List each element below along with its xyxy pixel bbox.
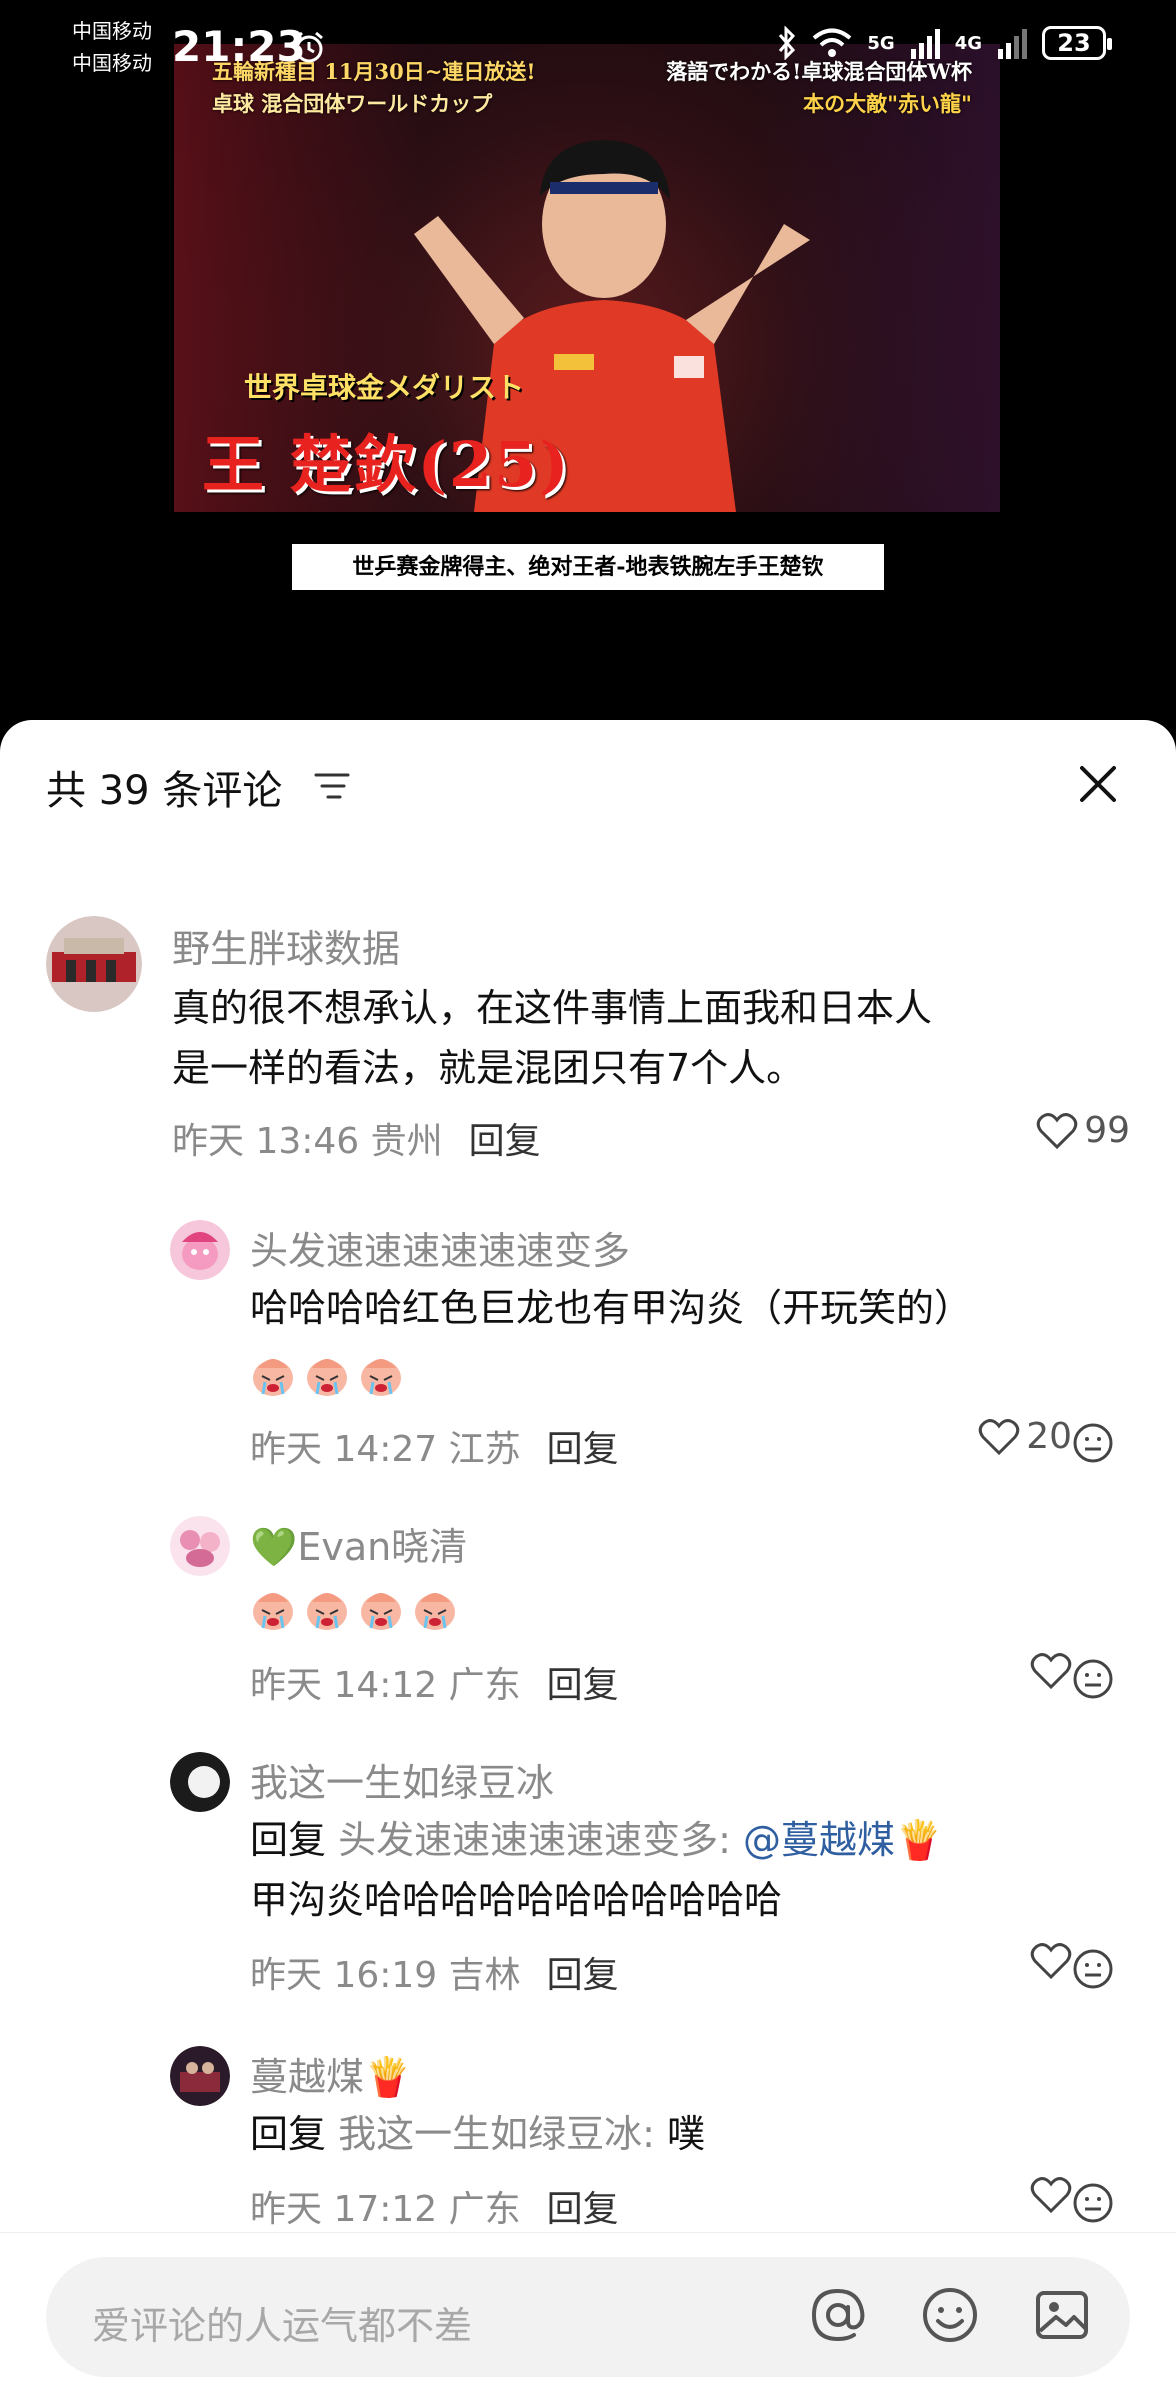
heart-icon xyxy=(1030,1653,1072,1690)
heart-icon xyxy=(978,1418,1020,1455)
comment-text: 真的很不想承认，在这件事情上面我和日本人 xyxy=(172,986,933,1030)
comment-author[interactable]: 头发速速速速速速变多 xyxy=(250,1220,630,1275)
comment-input[interactable]: 爱评论的人运气都不差 xyxy=(46,2257,1130,2377)
emoji-react-icon[interactable] xyxy=(1072,1948,1114,1990)
emoji-icon[interactable] xyxy=(918,2283,982,2347)
heart-icon xyxy=(1036,1112,1078,1149)
comment-text: 回复 我这一生如绿豆冰: 噗 xyxy=(250,2104,705,2165)
like-button[interactable] xyxy=(1030,2176,1072,2214)
video-caption: 世乒赛金牌得主、绝对王者-地表铁腕左手王楚钦 xyxy=(292,544,884,590)
avatar[interactable] xyxy=(46,916,142,1012)
like-button[interactable]: 99 xyxy=(1036,1110,1130,1151)
signal-icon xyxy=(910,29,940,59)
emoji-react-icon[interactable] xyxy=(1072,1658,1114,1700)
heart-icon xyxy=(1030,1943,1072,1980)
reply-comment-item: 蔓越煤🍟 回复 我这一生如绿豆冰: 噗 昨天 17:12 广东 回复 xyxy=(0,2046,1176,2246)
like-count: 99 xyxy=(1084,1110,1130,1151)
comments-sheet: 共 39 条评论 野生胖球数据 真的很不想承认，在这件事情上面我和日本人 是一样… xyxy=(0,720,1176,2400)
signal-icon xyxy=(998,29,1027,59)
carrier-label: 中国移动 xyxy=(72,51,152,75)
comment-author[interactable]: 野生胖球数据 xyxy=(172,918,400,973)
comment-time-location: 昨天 14:27 江苏 xyxy=(250,1429,521,1470)
comments-header: 共 39 条评论 xyxy=(0,720,1176,850)
network-5g-label: 5G xyxy=(867,32,895,54)
emoji-react-icon[interactable] xyxy=(1072,1422,1114,1464)
video-overlay-subtitle: 本の大敵"赤い龍" xyxy=(803,91,972,116)
reply-content: 噗 xyxy=(667,2112,706,2156)
comment-count-title: 共 39 条评论 xyxy=(46,768,283,814)
comment-meta: 昨天 17:12 广东 回复 xyxy=(250,2180,619,2232)
comment-input-bar: 爱评论的人运气都不差 xyxy=(0,2232,1176,2400)
reply-comment-item: 头发速速速速速速变多 哈哈哈哈红色巨龙也有甲沟炎（开玩笑的） 昨天 14:27 … xyxy=(0,1220,1176,1470)
video-player[interactable]: 五輪新種目 11月30日~連日放送! 卓球 混合団体ワールドカップ 落語でわかる… xyxy=(0,0,1176,720)
comment-meta: 昨天 14:27 江苏 回复 xyxy=(250,1420,619,1472)
comment-meta: 昨天 14:12 广东 回复 xyxy=(250,1656,619,1708)
like-button[interactable]: 20 xyxy=(978,1416,1072,1457)
avatar[interactable] xyxy=(170,1752,230,1812)
video-overlay-medalist: 世界卓球金メダリスト xyxy=(244,371,525,404)
wifi-icon xyxy=(813,28,852,57)
comment-text: 是一样的看法，就是混团只有7个人。 xyxy=(172,1046,805,1090)
comment-time-location: 昨天 13:46 贵州 xyxy=(172,1121,443,1162)
crying-sticker xyxy=(361,1592,401,1630)
video-overlay-player-name: 王 楚欽(25) xyxy=(202,428,571,501)
comment-text: 回复 头发速速速速速速变多: @蔓越煤🍟 xyxy=(250,1810,942,1871)
reply-button[interactable]: 回复 xyxy=(547,1429,619,1470)
reply-prefix: 回复 xyxy=(250,1818,327,1862)
emoji-react-icon[interactable] xyxy=(1072,2182,1114,2224)
reply-button[interactable]: 回复 xyxy=(469,1121,541,1162)
close-icon[interactable] xyxy=(1070,756,1126,812)
reply-target-user[interactable]: 头发速速速速速速变多: xyxy=(338,1818,731,1862)
crying-sticker xyxy=(253,1358,293,1396)
mention-link[interactable]: @蔓越煤🍟 xyxy=(743,1818,942,1862)
crying-sticker xyxy=(307,1358,347,1396)
reply-button[interactable]: 回复 xyxy=(547,2189,619,2230)
comment-time-location: 昨天 16:19 吉林 xyxy=(250,1955,521,1996)
like-count: 20 xyxy=(1026,1416,1072,1457)
clock: 21:23 xyxy=(172,22,306,71)
comment-input-placeholder[interactable]: 爱评论的人运气都不差 xyxy=(92,2295,472,2350)
avatar[interactable] xyxy=(170,2046,230,2106)
bluetooth-icon xyxy=(779,26,796,60)
comment-author[interactable]: 💚Evan晓清 xyxy=(250,1516,467,1571)
like-button[interactable] xyxy=(1030,1942,1072,1980)
avatar[interactable] xyxy=(170,1516,230,1576)
reply-prefix: 回复 xyxy=(250,2112,327,2156)
alarm-icon xyxy=(295,31,323,63)
comment-time-location: 昨天 17:12 广东 xyxy=(250,2189,521,2230)
crying-sticker xyxy=(307,1592,347,1630)
comment-author[interactable]: 蔓越煤🍟 xyxy=(250,2046,411,2101)
network-4g-label: 4G xyxy=(954,32,982,54)
reply-target-user[interactable]: 我这一生如绿豆冰: xyxy=(338,2112,655,2156)
battery-indicator: 23 xyxy=(1042,26,1112,60)
at-icon[interactable] xyxy=(806,2283,870,2347)
sticker-row xyxy=(250,1574,466,1635)
image-icon[interactable] xyxy=(1030,2283,1094,2347)
video-frame[interactable]: 五輪新種目 11月30日~連日放送! 卓球 混合団体ワールドカップ 落語でわかる… xyxy=(174,44,1000,512)
comment-item: 野生胖球数据 真的很不想承认，在这件事情上面我和日本人 是一样的看法，就是混团只… xyxy=(0,916,1176,1162)
heart-icon xyxy=(1030,2177,1072,2214)
carrier-label: 中国移动 xyxy=(72,19,152,43)
comment-meta: 昨天 16:19 吉林 回复 xyxy=(250,1946,619,1998)
status-bar: 中国移动 中国移动 21:23 5G 4G 23 xyxy=(0,0,1176,90)
comment-meta: 昨天 13:46 贵州 回复 xyxy=(172,1112,541,1164)
crying-sticker xyxy=(253,1592,293,1630)
filter-icon[interactable] xyxy=(312,770,352,802)
avatar[interactable] xyxy=(170,1220,230,1280)
reply-comment-item: 我这一生如绿豆冰 回复 头发速速速速速速变多: @蔓越煤🍟 甲沟炎哈哈哈哈哈哈哈… xyxy=(0,1752,1176,2002)
video-overlay-event: 卓球 混合団体ワールドカップ xyxy=(212,91,493,116)
crying-sticker xyxy=(415,1592,455,1630)
crying-sticker xyxy=(361,1358,401,1396)
reply-comment-item: 💚Evan晓清 昨天 14:12 广东 回复 xyxy=(0,1516,1176,1726)
comment-time-location: 昨天 14:12 广东 xyxy=(250,1665,521,1706)
sticker-row xyxy=(250,1340,412,1401)
reply-button[interactable]: 回复 xyxy=(547,1955,619,1996)
comment-author[interactable]: 我这一生如绿豆冰 xyxy=(250,1752,554,1807)
comment-text: 哈哈哈哈红色巨龙也有甲沟炎（开玩笑的） xyxy=(250,1286,973,1330)
reply-button[interactable]: 回复 xyxy=(547,1665,619,1706)
comment-text: 甲沟炎哈哈哈哈哈哈哈哈哈哈哈 xyxy=(250,1878,783,1922)
like-button[interactable] xyxy=(1030,1652,1072,1690)
